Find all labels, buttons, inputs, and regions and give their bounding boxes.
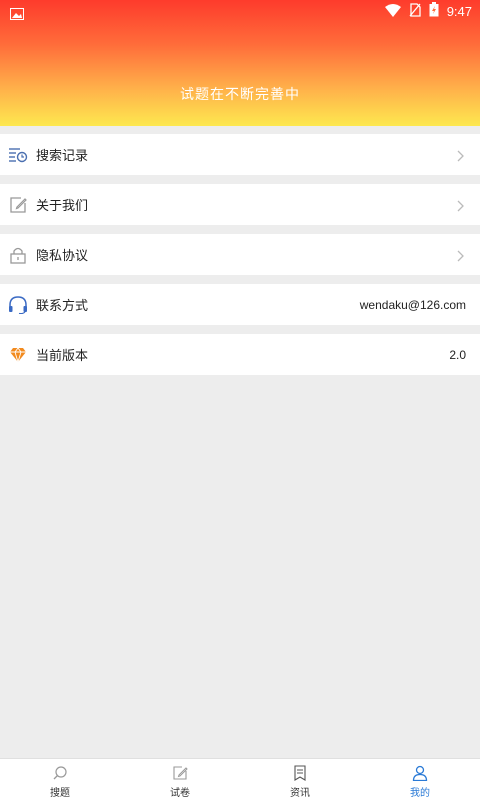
tab-label: 资讯 [290,788,310,799]
menu-item-label: 联系方式 [36,299,89,314]
no-sim-icon [409,2,421,21]
contact-email: wendaku@126.com [359,297,466,312]
image-notification-icon [10,5,24,24]
lock-icon [8,245,28,265]
battery-icon [429,2,439,21]
menu-item-label: 隐私协议 [36,249,89,264]
chevron-right-icon [454,248,466,262]
user-icon [412,765,428,782]
tab-news[interactable]: 资讯 [240,759,360,800]
search-icon [52,765,68,781]
chevron-right-icon [454,198,466,212]
status-bar: 9:47 [0,0,480,24]
menu-item-label: 关于我们 [36,199,89,214]
menu-item-label: 搜索记录 [36,149,89,164]
profile-header: 9:47 试题在不断完善中 [0,0,480,126]
search-history-icon [8,145,28,165]
menu-item-privacy-policy[interactable]: 隐私协议 [0,234,480,275]
status-time: 9:47 [446,4,472,19]
menu-item-version[interactable]: 当前版本 2.0 [0,334,480,375]
menu-item-label: 当前版本 [36,349,89,364]
tab-search-questions[interactable]: 搜题 [0,759,120,800]
settings-menu: 搜索记录 关于我们 隐私协议 联系方式 wendaku@126.com 当前版本… [0,134,480,384]
menu-item-contact[interactable]: 联系方式 wendaku@126.com [0,284,480,325]
edit-icon [8,195,28,215]
version-value: 2.0 [449,347,466,362]
tab-label: 搜题 [50,788,70,799]
bottom-tab-bar: 搜题 试卷 资讯 我的 [0,758,480,800]
menu-item-about-us[interactable]: 关于我们 [0,184,480,225]
chevron-right-icon [454,148,466,162]
menu-item-search-history[interactable]: 搜索记录 [0,134,480,175]
edit-icon [172,765,188,781]
wifi-icon [384,2,401,21]
header-title: 试题在不断完善中 [180,87,300,103]
tab-label: 我的 [410,788,430,799]
headset-icon [8,295,28,315]
tab-my-profile[interactable]: 我的 [360,759,480,800]
diamond-icon [8,345,28,365]
tab-label: 试卷 [170,788,190,799]
tab-exam-papers[interactable]: 试卷 [120,759,240,800]
news-icon [292,765,308,781]
